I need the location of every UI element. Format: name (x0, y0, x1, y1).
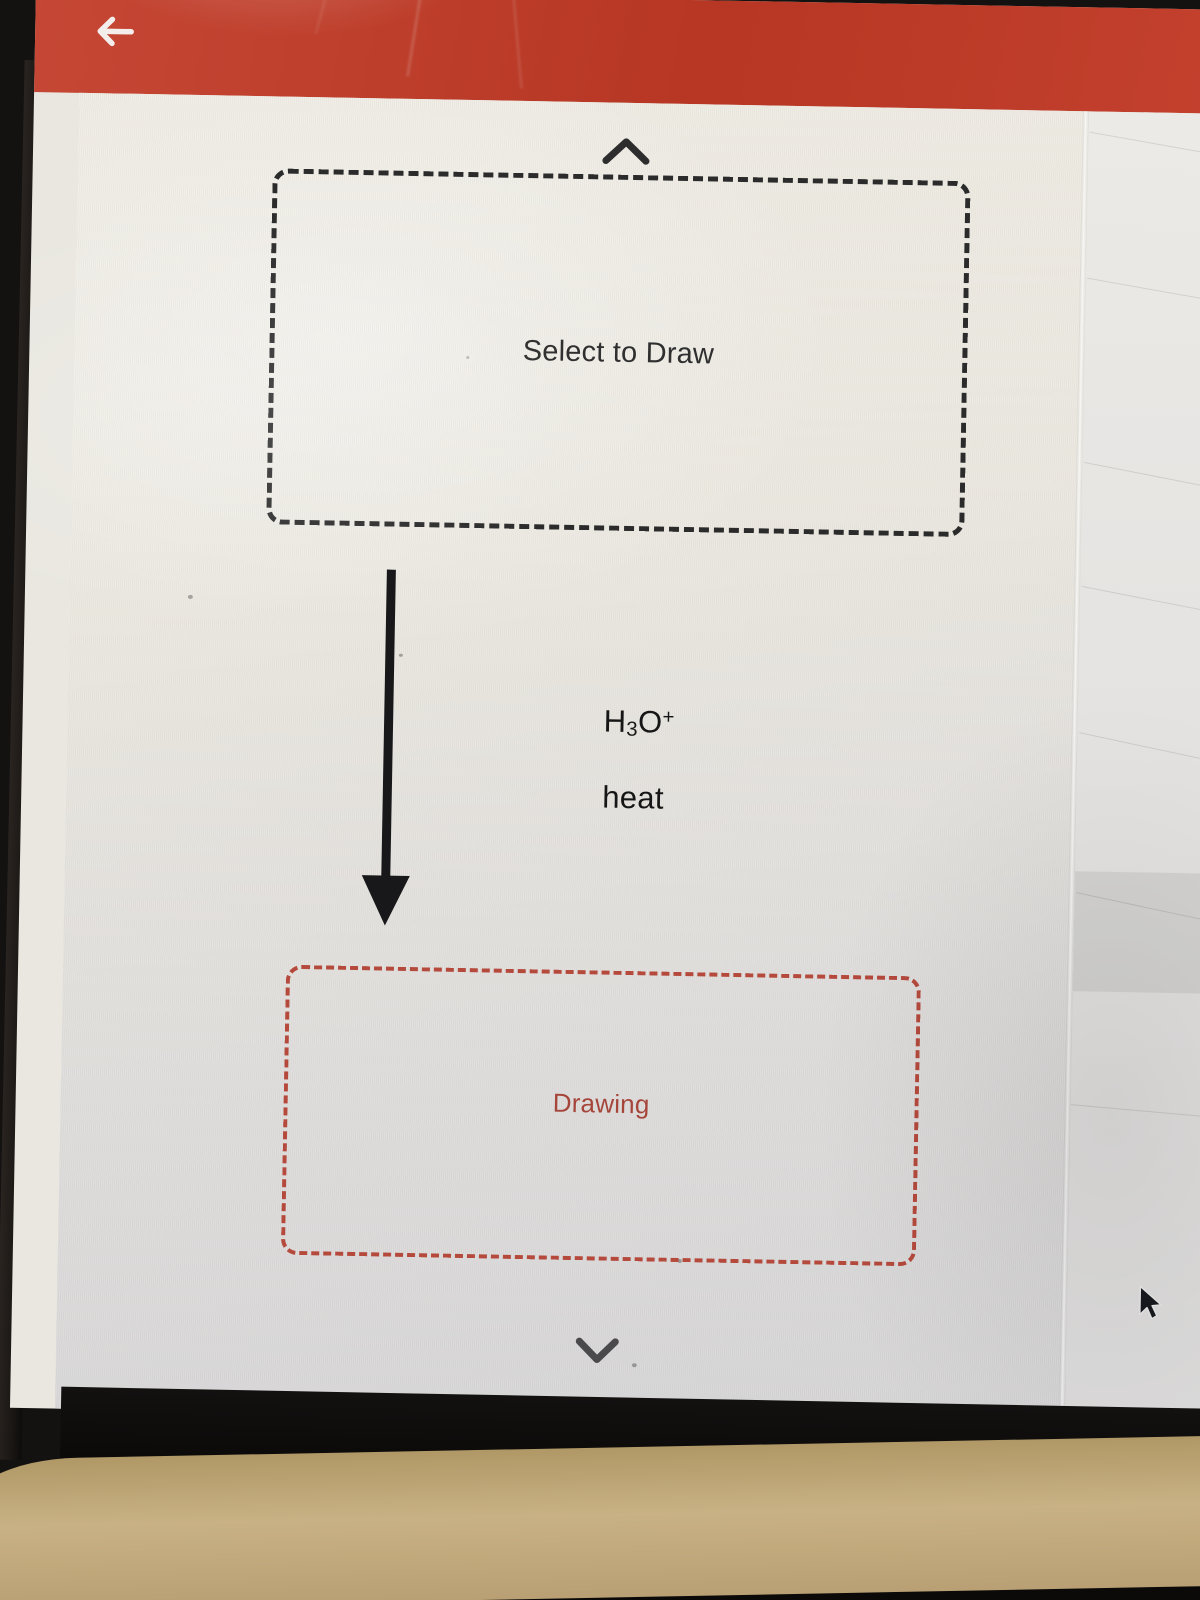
panel-edge-line (1089, 131, 1200, 168)
product-drop-box[interactable]: Drawing (280, 964, 922, 1267)
desk-surface (0, 1435, 1200, 1600)
panel-edge-line (1081, 585, 1200, 626)
mouse-cursor (1136, 1284, 1167, 1330)
panel-edge-line (1070, 1104, 1200, 1123)
laptop-screen: Select to Draw H3O+ heat Drawing (9, 0, 1200, 1430)
reagent-1-main: H (603, 703, 627, 739)
reagent-1-superscript: + (662, 705, 675, 729)
dust-speck (631, 1363, 637, 1368)
dust-speck (187, 594, 193, 599)
screen-scratch (314, 0, 341, 35)
reagent-line-1: H3O+ (603, 704, 675, 743)
arrow-left-icon (97, 16, 134, 47)
screen-scratch (510, 0, 523, 89)
reaction-arrow (335, 569, 442, 936)
starting-material-label: Select to Draw (522, 334, 715, 370)
scroll-up-button[interactable] (598, 130, 655, 176)
mouse-pointer-icon (1139, 1285, 1162, 1320)
scroll-down-button[interactable] (569, 1328, 626, 1374)
reagent-line-2: heat (601, 779, 665, 816)
product-label: Drawing (552, 1087, 650, 1119)
chevron-up-icon (602, 138, 650, 165)
panel-edge-line (1079, 732, 1200, 775)
chevron-down-icon (575, 1337, 619, 1364)
back-button[interactable] (87, 5, 144, 58)
right-side-panel (1064, 111, 1200, 1430)
down-arrow-icon (361, 569, 410, 926)
panel-edge-line (1083, 461, 1200, 502)
screen-scratch (406, 0, 428, 77)
panel-edge-line (1087, 277, 1200, 314)
reagent-1-subscript: 3 (625, 717, 639, 741)
panel-block (1072, 871, 1200, 995)
reagent-1-mid: O (637, 704, 663, 740)
starting-material-drop-box[interactable]: Select to Draw (266, 168, 971, 538)
photo-of-laptop-screen: Select to Draw H3O+ heat Drawing (0, 0, 1200, 1600)
